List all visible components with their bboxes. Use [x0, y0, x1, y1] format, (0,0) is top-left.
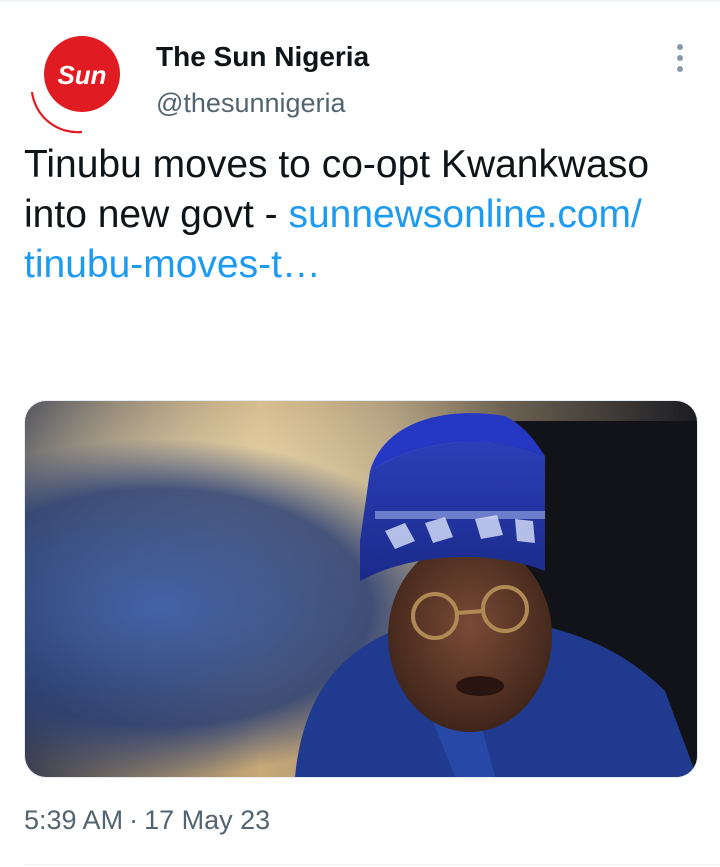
tweet-text: Tinubu moves to co-opt Kwankwaso into ne… [24, 140, 704, 290]
bottom-divider [24, 864, 720, 865]
timestamp-separator: · [129, 805, 139, 835]
tweet-timestamp[interactable]: 5:39 AM · 17 May 23 [24, 802, 270, 838]
tweet-date: 17 May 23 [144, 805, 271, 835]
top-divider [0, 0, 720, 2]
vertical-ellipsis-icon [677, 44, 683, 50]
photo-icon [25, 401, 697, 777]
avatar-logo-text: Sun [57, 60, 106, 90]
tweet-time: 5:39 AM [24, 805, 124, 835]
more-options-button[interactable] [664, 38, 696, 78]
author-display-name[interactable]: The Sun Nigeria [156, 40, 369, 74]
author-avatar[interactable]: Sun [22, 34, 126, 138]
author-handle[interactable]: @thesunnigeria [156, 86, 346, 120]
sun-logo-icon: Sun [30, 36, 120, 134]
tweet-photo[interactable] [24, 400, 698, 778]
